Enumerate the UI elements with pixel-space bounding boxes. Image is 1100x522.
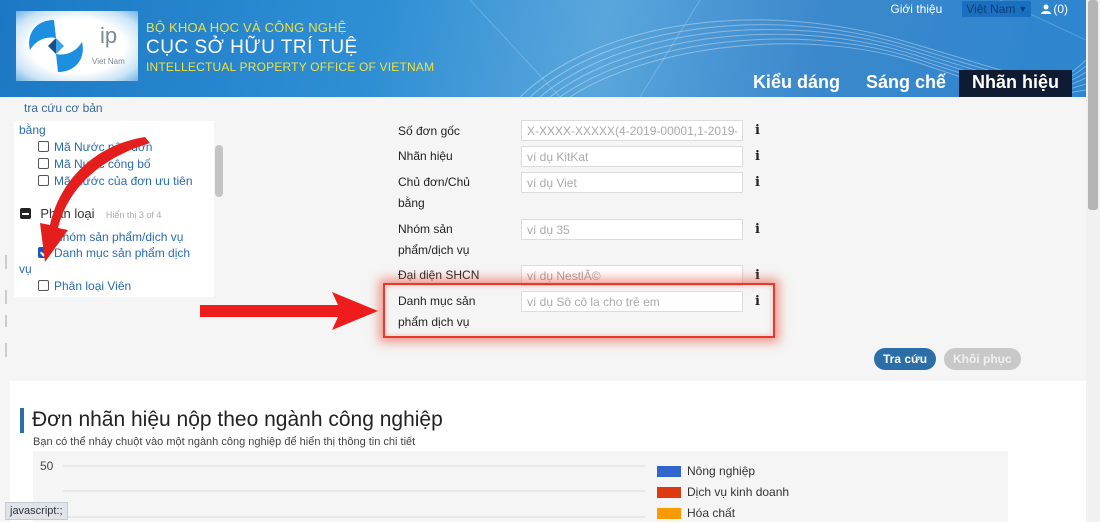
filter-option[interactable]: Mã Nước nộp đơn bbox=[38, 140, 152, 154]
logo-country-text: Viet Nam bbox=[92, 57, 125, 66]
tab-industrial-design[interactable]: Kiểu dáng bbox=[740, 70, 853, 97]
chart-svg: 50 bbox=[40, 459, 645, 518]
filter-group-hint: Hiển thị 3 of 4 bbox=[105, 210, 162, 220]
info-icon[interactable]: i bbox=[755, 123, 760, 138]
filter-option[interactable]: Phân loại Viên bbox=[38, 279, 131, 293]
office-name-english: INTELLECTUAL PROPERTY OFFICE OF VIETNAM bbox=[146, 60, 435, 74]
filter-overflow-text: bằng bbox=[19, 123, 46, 137]
edge-mark bbox=[5, 315, 7, 327]
info-icon[interactable]: i bbox=[755, 268, 760, 283]
highlight-annotation bbox=[383, 283, 775, 338]
user-icon bbox=[1041, 4, 1052, 14]
info-icon[interactable]: i bbox=[755, 222, 760, 237]
legend-swatch bbox=[657, 486, 681, 498]
intro-link[interactable]: Giới thiệu bbox=[890, 2, 942, 16]
right-arrow-annotation bbox=[200, 292, 378, 330]
user-account-link[interactable]: (0) bbox=[1041, 2, 1068, 16]
filter-option-label: Phân loại Viên bbox=[54, 279, 132, 293]
filter-option-label: Mã Nước nộp đơn bbox=[54, 140, 153, 154]
logo-ip-text: ip bbox=[100, 23, 118, 48]
field-label-trademark: Nhãn hiệu bbox=[398, 149, 453, 163]
legend-label: Nông nghiệp bbox=[687, 464, 756, 478]
filter-option-label-cont: vụ bbox=[19, 262, 32, 276]
legend-item[interactable]: Nông nghiệp bbox=[657, 464, 755, 478]
filter-option-label: Nhóm sản phẩm/dịch vụ bbox=[54, 230, 184, 244]
language-select[interactable]: Việt Nam ▼ bbox=[962, 1, 1032, 17]
filter-option-label: Danh mục sản phẩm dịch bbox=[54, 246, 191, 260]
filter-panel: bằng Mã Nước nộp đơn Mã Nước công bố Mã … bbox=[14, 121, 214, 297]
field-label-goods-group: Nhóm sản phẩm/dịch vụ bbox=[398, 222, 470, 257]
logo[interactable]: ip Viet Nam bbox=[16, 11, 138, 81]
filter-group-header[interactable]: Phân loại Hiển thị 3 of 4 bbox=[20, 206, 161, 221]
filter-panel-scrollbar[interactable] bbox=[215, 145, 223, 197]
ministry-name: BỘ KHOA HỌC VÀ CÔNG NGHỆ bbox=[146, 20, 347, 35]
filter-option-label: Mã Nước của đơn ưu tiên bbox=[54, 174, 193, 188]
section-subtitle: Bạn có thể nháy chuột vào một ngành công… bbox=[33, 436, 416, 448]
field-label-owner: Chủ đơn/Chủ bằng bbox=[398, 175, 470, 210]
edge-mark bbox=[5, 255, 7, 269]
field-label-original-number: Số đơn gốc bbox=[398, 124, 460, 138]
filter-group-title: Phân loại bbox=[40, 206, 95, 221]
checkbox[interactable] bbox=[38, 158, 49, 169]
trademark-input[interactable] bbox=[521, 146, 743, 167]
info-icon[interactable]: i bbox=[755, 149, 760, 164]
owner-input[interactable] bbox=[521, 172, 743, 193]
user-count: (0) bbox=[1053, 2, 1068, 16]
main-nav-tabs: Kiểu dáng Sáng chế Nhãn hiệu bbox=[740, 70, 1072, 97]
breadcrumb[interactable]: tra cứu cơ bản bbox=[24, 101, 103, 115]
logo-mark-icon bbox=[29, 20, 83, 72]
legend-item[interactable]: Hóa chất bbox=[657, 506, 735, 520]
checkbox-checked[interactable] bbox=[38, 247, 49, 258]
language-value: Việt Nam bbox=[966, 2, 1016, 16]
filter-option[interactable]: Nhóm sản phẩm/dịch vụ bbox=[54, 230, 183, 244]
edge-mark bbox=[5, 290, 7, 304]
edge-mark bbox=[5, 343, 7, 357]
section-accent-bar bbox=[20, 408, 24, 433]
filter-option[interactable]: Mã Nước công bố bbox=[38, 157, 151, 171]
site-header: ip Viet Nam BỘ KHOA HỌC VÀ CÔNG NGHỆ CỤC… bbox=[0, 0, 1086, 97]
office-name: CỤC SỞ HỮU TRÍ TUỆ bbox=[146, 37, 358, 58]
filter-option-label: Mã Nước công bố bbox=[54, 157, 151, 171]
legend-label: Dịch vụ kinh doanh bbox=[687, 485, 790, 499]
top-links: Giới thiệu Việt Nam ▼ (0) bbox=[890, 1, 1068, 17]
tab-trademark[interactable]: Nhãn hiệu bbox=[958, 70, 1072, 97]
page-scrollbar-thumb[interactable] bbox=[1088, 0, 1098, 210]
tab-patent[interactable]: Sáng chế bbox=[853, 70, 959, 97]
filter-option[interactable]: Danh mục sản phẩm dịch bbox=[38, 246, 190, 260]
checkbox[interactable] bbox=[38, 141, 49, 152]
y-tick-label: 50 bbox=[40, 459, 54, 473]
status-bar-url: javascript:; bbox=[5, 502, 68, 520]
search-button[interactable]: Tra cứu bbox=[874, 348, 937, 370]
checkbox[interactable] bbox=[38, 175, 49, 186]
checkbox[interactable] bbox=[38, 280, 49, 291]
page-scrollbar[interactable] bbox=[1086, 0, 1100, 522]
collapse-icon[interactable] bbox=[20, 208, 31, 219]
reset-button[interactable]: Khôi phục bbox=[944, 348, 1021, 370]
legend-item[interactable]: Dịch vụ kinh doanh bbox=[657, 485, 789, 499]
legend-swatch bbox=[657, 507, 681, 519]
legend-label: Hóa chất bbox=[687, 506, 736, 520]
filter-option[interactable]: Mã Nước của đơn ưu tiên bbox=[38, 174, 193, 188]
goods-group-input[interactable] bbox=[521, 219, 743, 240]
original-number-input[interactable] bbox=[521, 120, 743, 141]
info-icon[interactable]: i bbox=[755, 175, 760, 190]
chevron-down-icon: ▼ bbox=[1018, 4, 1028, 14]
section-title: Đơn nhãn hiệu nộp theo ngành công nghiệp bbox=[32, 408, 443, 431]
legend-swatch bbox=[657, 465, 681, 477]
industry-chart[interactable]: 50 Nông nghiệp Dịch vụ kinh doanh Hóa ch… bbox=[33, 451, 1008, 522]
